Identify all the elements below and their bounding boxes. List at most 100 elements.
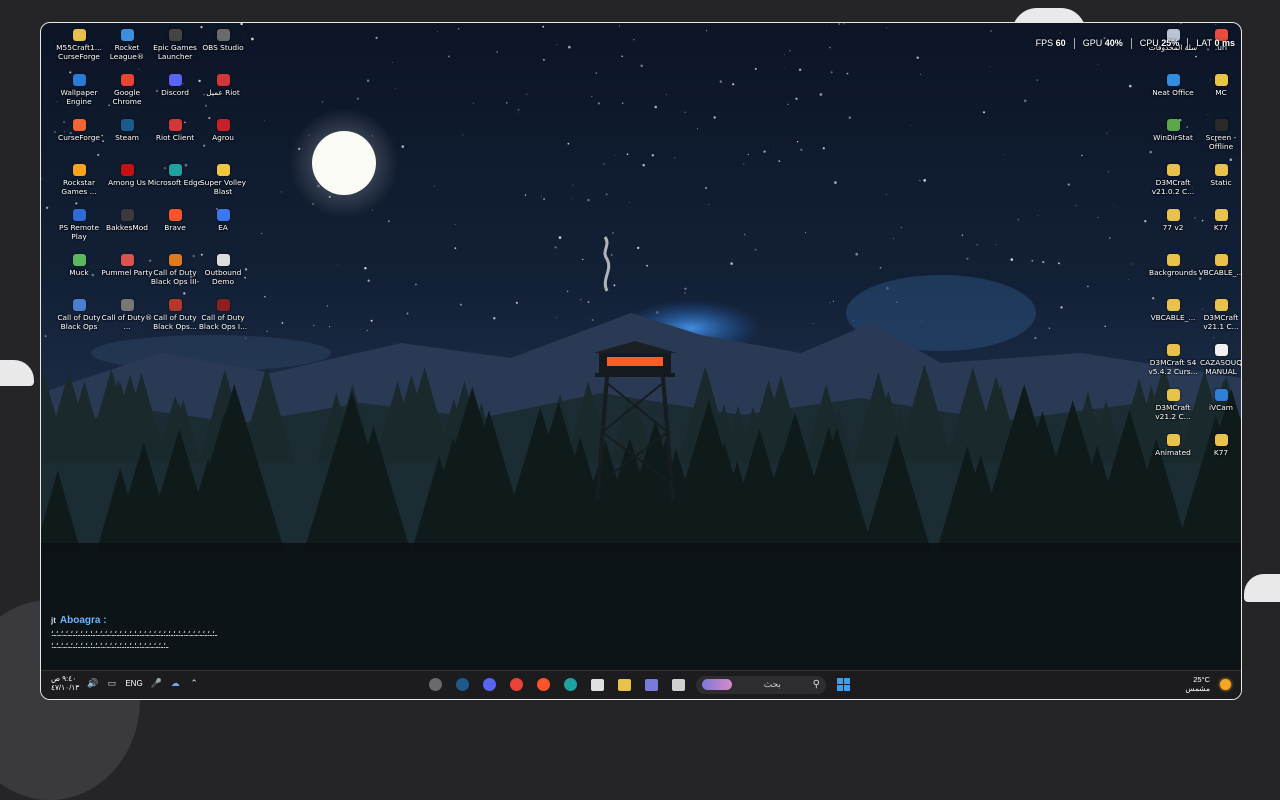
star	[1060, 32, 1061, 34]
star	[900, 226, 902, 229]
file-explorer-icon	[618, 678, 631, 691]
desktop-icon[interactable]: Outbound Demo	[199, 252, 247, 296]
taskbar-app-steam[interactable]	[453, 675, 472, 694]
desktop-icon[interactable]: K77	[1197, 432, 1241, 476]
desktop-icon[interactable]: D3MCraft v21.1 C...	[1197, 297, 1241, 341]
desktop-icon[interactable]: Backgrounds	[1149, 252, 1197, 296]
star	[582, 258, 584, 261]
desktop-icon[interactable]: Microsoft Edge	[148, 162, 202, 206]
microphone-icon[interactable]: 🎤	[151, 678, 162, 688]
star	[266, 330, 268, 332]
desktop-icon[interactable]: Call of Duty Black Ops...	[151, 297, 199, 341]
star	[621, 55, 624, 58]
desktop-icon[interactable]: Call of Duty Black Ops	[55, 297, 103, 341]
desktop-icon[interactable]: عميل Riot	[199, 72, 247, 116]
star	[966, 257, 969, 260]
desktop-icon[interactable]: Riot Client	[151, 117, 199, 161]
desktop-icon[interactable]: Discord	[151, 72, 199, 116]
desktop-icon[interactable]: Epic Games Launcher	[151, 27, 199, 71]
chat-overlay: jt Aboagra : ـ؛ـ؛ـ؛ـ؛ـ؛ـ؛ـ؛ـ؛ـ؛ـ؛ـ؛ـ؛ـ؛ـ؛…	[51, 615, 301, 650]
desktop-icon[interactable]: Call of Duty® ...	[102, 297, 152, 341]
desktop-icon[interactable]: 77 v2	[1149, 207, 1197, 251]
desktop-icon[interactable]: VBCABLE_...	[1197, 252, 1241, 296]
star	[778, 160, 781, 162]
desktop-icon[interactable]: Rocket League®	[103, 27, 151, 71]
desktop-icon[interactable]: Rockstar Games ...	[55, 162, 103, 206]
taskbar-app-clock-app[interactable]	[426, 675, 445, 694]
star	[459, 303, 463, 306]
desktop-icon[interactable]: Animated	[1149, 432, 1197, 476]
taskbar-app-window-app[interactable]	[669, 675, 688, 694]
star	[1081, 154, 1083, 157]
star	[708, 204, 710, 205]
clock[interactable]: ٩:٤٠ ص ٤٧/١٠/١٣	[51, 674, 79, 692]
star	[1031, 259, 1034, 262]
desktop-icon[interactable]: Agrou	[199, 117, 247, 161]
taskbar-app-brave[interactable]	[534, 675, 553, 694]
desktop-icon[interactable]: Among Us	[103, 162, 151, 206]
chevron-up-icon[interactable]: ⌃	[189, 678, 200, 688]
desktop-icon-label: Agrou	[212, 133, 234, 142]
gpu-readout: GPU 40%	[1082, 38, 1123, 48]
desktop-icon[interactable]: Call of Duty Black Ops I...	[199, 297, 247, 341]
display-icon[interactable]: ▭	[106, 678, 117, 688]
desktop-icon[interactable]: CAZASOUQ MANUAL	[1197, 342, 1241, 386]
star	[1113, 204, 1115, 206]
taskbar-app-store[interactable]	[588, 675, 607, 694]
divider	[1130, 37, 1132, 49]
app-icon	[216, 209, 230, 221]
desktop-icon[interactable]: WinDirStat	[1149, 117, 1197, 161]
taskbar-app-discord[interactable]	[480, 675, 499, 694]
desktop-icon[interactable]: iVCam	[1197, 387, 1241, 431]
star	[719, 80, 723, 83]
cloud-icon[interactable]: ☁	[170, 678, 181, 688]
star	[848, 116, 851, 119]
app-icon	[120, 74, 134, 86]
desktop-icon[interactable]: Muck	[55, 252, 103, 296]
taskbar-app-chrome[interactable]	[507, 675, 526, 694]
desktop-icon[interactable]: D3MCraft v21.0.2 C...	[1149, 162, 1197, 206]
desktop-icon[interactable]: PS Remote Play	[55, 207, 103, 251]
desktop-icon[interactable]: EA	[199, 207, 247, 251]
search-box[interactable]: بحث ⚲	[696, 675, 826, 694]
star	[415, 283, 417, 286]
desktop-icon[interactable]: Wallpaper Engine	[55, 72, 103, 116]
start-button[interactable]	[834, 675, 853, 694]
desktop-icon[interactable]: MC	[1197, 72, 1241, 116]
weather-widget[interactable]: 25°C مشمس	[1185, 675, 1231, 693]
desktop-icon[interactable]: Static	[1197, 162, 1241, 206]
sun-icon	[1220, 678, 1231, 690]
desktop-icon[interactable]: Pummel Party	[101, 252, 153, 296]
star	[587, 301, 590, 304]
desktop-icon[interactable]: Steam	[103, 117, 151, 161]
windows-logo-pane	[837, 685, 843, 691]
star	[637, 246, 640, 250]
star	[798, 68, 802, 72]
desktop-icon[interactable]: D3MCraft S4 v5.4.2 Curs...	[1148, 342, 1198, 386]
taskbar-app-copilot[interactable]	[642, 675, 661, 694]
taskbar-app-edge[interactable]	[561, 675, 580, 694]
desktop-icon[interactable]: D3MCraft v21.2 C...	[1149, 387, 1197, 431]
app-icon	[1166, 434, 1180, 446]
speaker-icon[interactable]: 🔊	[87, 678, 98, 688]
desktop-icon[interactable]: VBCABLE_...	[1149, 297, 1197, 341]
desktop-icon[interactable]: Call of Duty Black Ops III-	[151, 252, 199, 296]
desktop-icon[interactable]: K77	[1197, 207, 1241, 251]
star	[1060, 306, 1063, 309]
desktop-icon[interactable]: Neat Office	[1149, 72, 1197, 116]
star	[1003, 154, 1005, 156]
desktop-icon[interactable]: BakkesMod	[103, 207, 151, 251]
taskbar-app-file-explorer[interactable]	[615, 675, 634, 694]
language-indicator[interactable]: ENG	[125, 679, 142, 688]
desktop-icon[interactable]: CurseForge	[55, 117, 103, 161]
desktop-icon[interactable]: Google Chrome	[103, 72, 151, 116]
desktop-icon[interactable]: Brave	[151, 207, 199, 251]
star	[524, 194, 527, 196]
desktop-icon[interactable]: OBS Studio	[199, 27, 247, 71]
desktop-icon[interactable]: Screen - Offline	[1197, 117, 1241, 161]
desktop-icon[interactable]: M55Craft1... CurseForge	[55, 27, 103, 71]
desktop-icon[interactable]: Super Volley Blast	[199, 162, 247, 206]
search-icon: ⚲	[812, 679, 820, 690]
desktop-screen: M55Craft1... CurseForge Rocket League® Epi…	[40, 22, 1242, 700]
lat-readout: LAT 0 ms	[1196, 38, 1235, 48]
